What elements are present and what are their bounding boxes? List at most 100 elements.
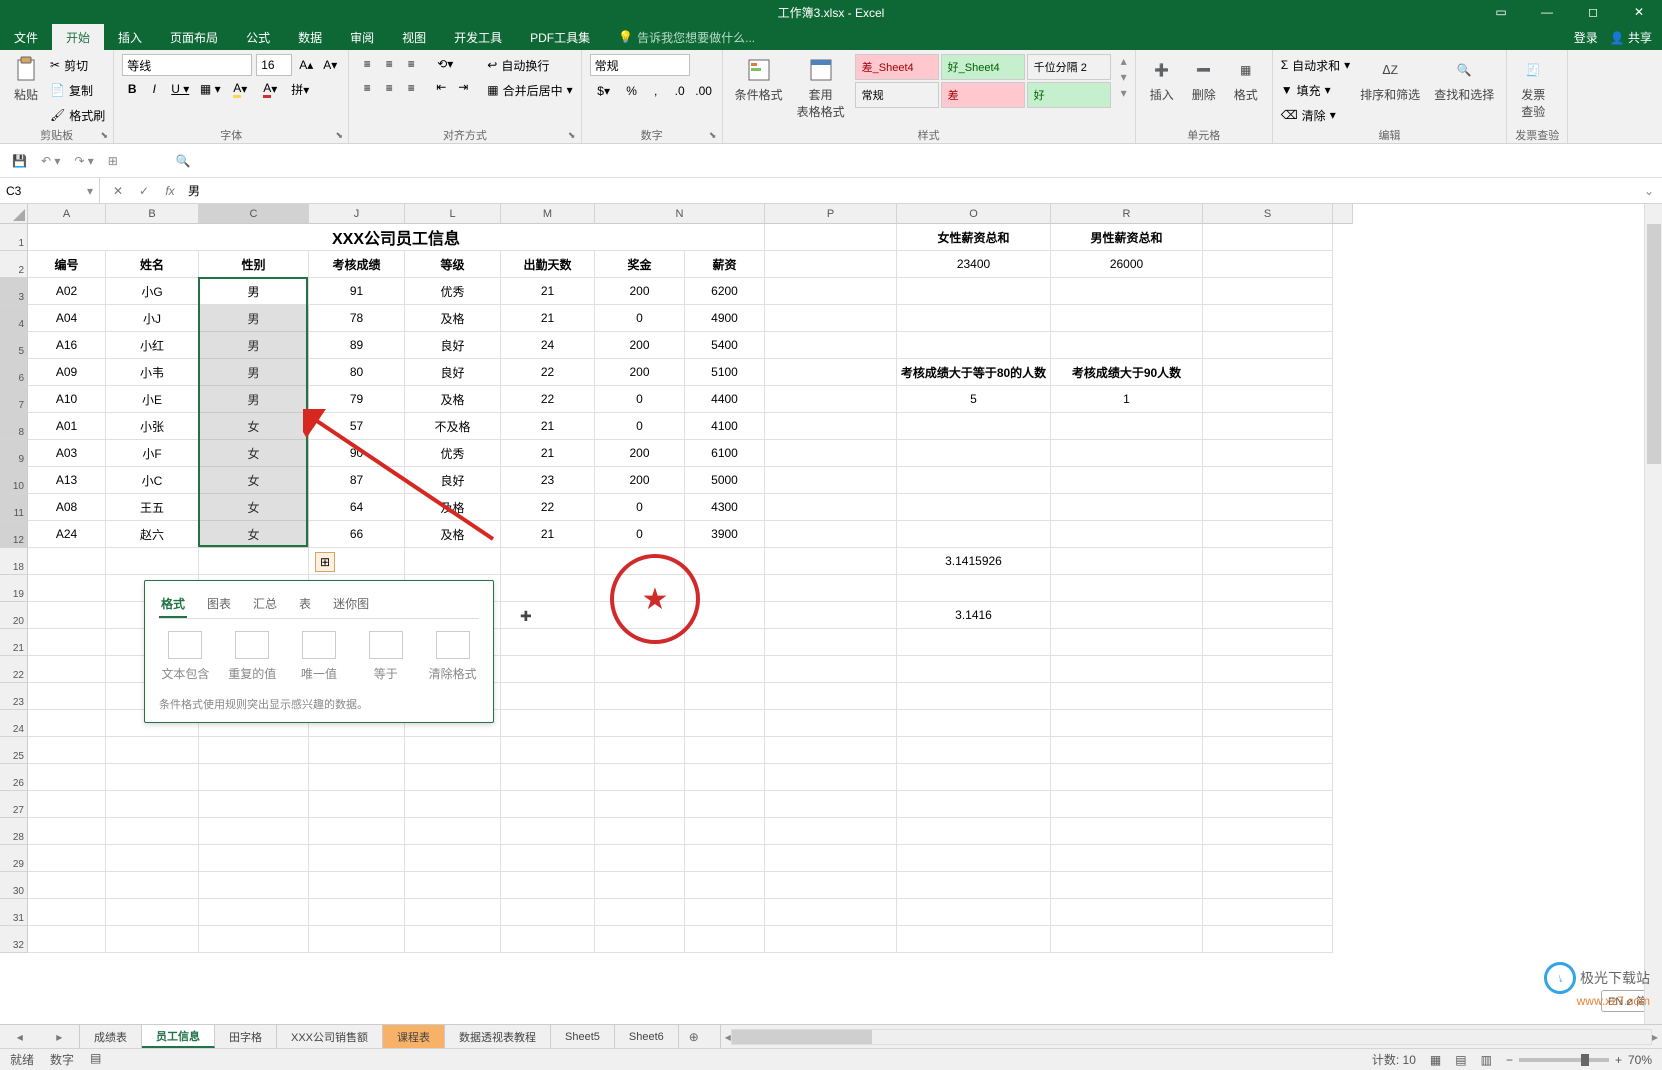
cell[interactable] bbox=[595, 818, 685, 845]
hscroll-track[interactable] bbox=[731, 1029, 1652, 1045]
style-good-sheet4[interactable]: 好_Sheet4 bbox=[941, 54, 1025, 80]
cell[interactable]: 奖金 bbox=[595, 251, 685, 278]
cell[interactable]: A16 bbox=[28, 332, 106, 359]
cell[interactable] bbox=[765, 386, 897, 413]
cell[interactable] bbox=[1051, 710, 1203, 737]
cell[interactable] bbox=[405, 872, 501, 899]
cell[interactable] bbox=[595, 791, 685, 818]
align-center-icon[interactable]: ≡ bbox=[379, 78, 399, 98]
cell[interactable] bbox=[765, 413, 897, 440]
cell[interactable]: 200 bbox=[595, 278, 685, 305]
cell[interactable]: 0 bbox=[595, 305, 685, 332]
cell[interactable]: 女 bbox=[199, 413, 309, 440]
cell[interactable] bbox=[685, 899, 765, 926]
cell[interactable]: 及格 bbox=[405, 494, 501, 521]
cell[interactable] bbox=[309, 926, 405, 953]
cell[interactable] bbox=[1203, 467, 1333, 494]
cell[interactable] bbox=[1203, 359, 1333, 386]
cell[interactable] bbox=[897, 332, 1051, 359]
cell[interactable] bbox=[685, 737, 765, 764]
cell[interactable] bbox=[501, 872, 595, 899]
cell[interactable] bbox=[685, 818, 765, 845]
increase-decimal-icon[interactable]: .0 bbox=[670, 81, 690, 101]
cell[interactable] bbox=[897, 278, 1051, 305]
align-right-icon[interactable]: ≡ bbox=[401, 78, 421, 98]
vscroll-track[interactable] bbox=[1644, 204, 1662, 1024]
cell[interactable]: 小红 bbox=[106, 332, 199, 359]
cell[interactable] bbox=[765, 251, 897, 278]
row-header-7[interactable]: 7 bbox=[0, 386, 28, 413]
format-painter-button[interactable]: 🖌 格式刷 bbox=[50, 104, 105, 126]
zoom-out-icon[interactable]: − bbox=[1506, 1053, 1513, 1067]
cell[interactable] bbox=[685, 629, 765, 656]
cell[interactable] bbox=[1203, 278, 1333, 305]
cell[interactable] bbox=[685, 710, 765, 737]
cell[interactable]: 女性薪资总和 bbox=[897, 224, 1051, 251]
cell[interactable] bbox=[1203, 332, 1333, 359]
cell[interactable]: 男 bbox=[199, 305, 309, 332]
cell[interactable]: 6100 bbox=[685, 440, 765, 467]
cell[interactable] bbox=[685, 926, 765, 953]
find-select-button[interactable]: 🔍查找和选择 bbox=[1430, 54, 1498, 105]
cell[interactable] bbox=[1051, 845, 1203, 872]
sheet-tab-6[interactable]: 数据透视表教程 bbox=[445, 1025, 551, 1048]
cell[interactable] bbox=[199, 791, 309, 818]
cell[interactable]: A03 bbox=[28, 440, 106, 467]
style-thousands[interactable]: 千位分隔 2 bbox=[1027, 54, 1111, 80]
cell[interactable] bbox=[309, 899, 405, 926]
cut-button[interactable]: ✂ 剪切 bbox=[50, 54, 105, 76]
cell[interactable] bbox=[501, 791, 595, 818]
cell[interactable] bbox=[595, 872, 685, 899]
cell[interactable]: 良好 bbox=[405, 332, 501, 359]
invoice-check-button[interactable]: 🧾发票 查验 bbox=[1515, 54, 1551, 122]
cell[interactable]: 小韦 bbox=[106, 359, 199, 386]
sheet-nav-last-icon[interactable]: ▸ bbox=[56, 1030, 62, 1044]
cell[interactable]: 考核成绩大于90人数 bbox=[1051, 359, 1203, 386]
cell[interactable] bbox=[501, 548, 595, 575]
cell[interactable]: 23400 bbox=[897, 251, 1051, 278]
increase-font-icon[interactable]: A▴ bbox=[296, 55, 316, 75]
cell[interactable]: 优秀 bbox=[405, 278, 501, 305]
cell[interactable] bbox=[1203, 251, 1333, 278]
col-header-S[interactable]: S bbox=[1203, 204, 1333, 224]
row-header-10[interactable]: 10 bbox=[0, 467, 28, 494]
cell[interactable] bbox=[1051, 305, 1203, 332]
cell[interactable] bbox=[1203, 764, 1333, 791]
formula-input[interactable]: 男 bbox=[188, 182, 1626, 199]
row-header-11[interactable]: 11 bbox=[0, 494, 28, 521]
cell[interactable] bbox=[1203, 602, 1333, 629]
cell[interactable]: 不及格 bbox=[405, 413, 501, 440]
decrease-decimal-icon[interactable]: .00 bbox=[694, 81, 714, 101]
zoom-slider[interactable] bbox=[1519, 1058, 1609, 1062]
cell[interactable] bbox=[501, 602, 595, 629]
hscroll-thumb[interactable] bbox=[732, 1030, 872, 1044]
zoom-thumb[interactable] bbox=[1581, 1054, 1589, 1066]
cell[interactable] bbox=[765, 845, 897, 872]
cell[interactable] bbox=[405, 791, 501, 818]
cell[interactable] bbox=[1203, 224, 1333, 251]
cell[interactable] bbox=[1051, 683, 1203, 710]
cell[interactable]: 男 bbox=[199, 386, 309, 413]
col-header-O[interactable]: O bbox=[897, 204, 1051, 224]
cell[interactable] bbox=[595, 845, 685, 872]
cell[interactable] bbox=[28, 656, 106, 683]
cell[interactable]: 小C bbox=[106, 467, 199, 494]
title-cell[interactable]: XXX公司员工信息 bbox=[28, 224, 765, 251]
cell[interactable] bbox=[28, 845, 106, 872]
cell[interactable] bbox=[405, 548, 501, 575]
print-preview-icon[interactable]: 🔍 bbox=[176, 154, 191, 168]
cell[interactable] bbox=[501, 845, 595, 872]
cell[interactable] bbox=[685, 764, 765, 791]
hscroll-right-icon[interactable]: ▸ bbox=[1652, 1030, 1658, 1044]
cell[interactable] bbox=[595, 737, 685, 764]
cell[interactable] bbox=[405, 737, 501, 764]
tab-view[interactable]: 视图 bbox=[388, 24, 440, 50]
row-header-5[interactable]: 5 bbox=[0, 332, 28, 359]
cell[interactable] bbox=[1051, 467, 1203, 494]
cell[interactable] bbox=[897, 845, 1051, 872]
cell[interactable] bbox=[765, 467, 897, 494]
cell[interactable] bbox=[685, 683, 765, 710]
accounting-format-icon[interactable]: $▾ bbox=[590, 81, 618, 101]
cell[interactable] bbox=[765, 494, 897, 521]
row-header-25[interactable]: 25 bbox=[0, 737, 28, 764]
